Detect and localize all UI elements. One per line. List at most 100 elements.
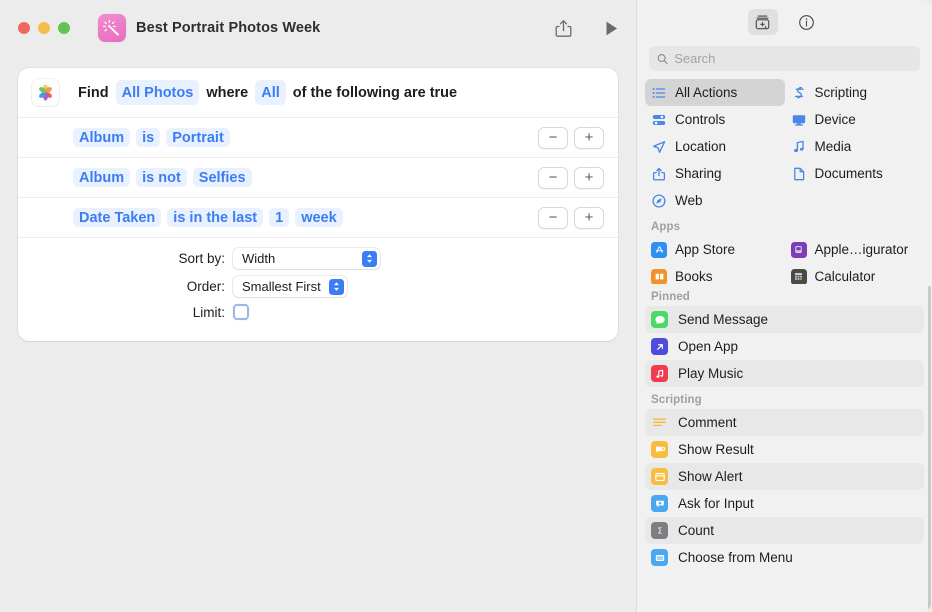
minus-icon: − bbox=[548, 129, 558, 146]
sidebar-item-label: Media bbox=[814, 139, 852, 154]
sidebar-item-label: App Store bbox=[675, 242, 736, 257]
add-filter-button[interactable]: + bbox=[574, 126, 604, 149]
plus-icon: + bbox=[584, 169, 594, 186]
remove-filter-button[interactable]: − bbox=[538, 166, 568, 189]
sharing-icon bbox=[651, 167, 667, 181]
sidebar-item-label: Device bbox=[814, 112, 856, 127]
zoom-button[interactable] bbox=[58, 22, 70, 34]
limit-label: Limit: bbox=[192, 304, 225, 320]
filter-unit-token[interactable]: week bbox=[295, 208, 343, 227]
action-library-button[interactable] bbox=[747, 9, 778, 35]
count-icon: Σ bbox=[651, 522, 668, 539]
filter-operator-token[interactable]: is in the last bbox=[167, 208, 264, 227]
source-token[interactable]: All Photos bbox=[115, 80, 200, 105]
info-button[interactable] bbox=[792, 9, 822, 35]
list-item-label: Play Music bbox=[678, 366, 744, 381]
add-filter-button[interactable]: + bbox=[574, 206, 604, 229]
filter-field-token[interactable]: Album bbox=[73, 128, 131, 147]
list-item[interactable]: Play Music bbox=[645, 360, 924, 387]
filter-field-token[interactable]: Album bbox=[73, 168, 131, 187]
sidebar-item-sharing[interactable]: Sharing bbox=[645, 160, 785, 187]
action-library-icon bbox=[755, 15, 770, 29]
action-list-region[interactable]: Pinned Send Message Open App Play Music … bbox=[637, 284, 932, 612]
category-scroll-region[interactable]: All Actions Scripting Controls Device Lo… bbox=[637, 79, 932, 284]
chevron-updown-icon bbox=[328, 278, 344, 295]
run-button[interactable] bbox=[600, 17, 622, 39]
table-row[interactable]: Date Taken is in the last 1 week − + bbox=[18, 197, 618, 237]
shortcut-glyph-icon[interactable] bbox=[98, 14, 126, 42]
minimize-button[interactable] bbox=[38, 22, 50, 34]
sidebar-item-apple-configurator[interactable]: Apple…igurator bbox=[785, 236, 925, 263]
category-grid: All Actions Scripting Controls Device Lo… bbox=[645, 79, 924, 214]
list-item[interactable]: Σ Count bbox=[645, 517, 924, 544]
list-item-label: Choose from Menu bbox=[678, 550, 793, 565]
sidebar-item-calculator[interactable]: Calculator bbox=[785, 263, 925, 284]
photos-pinwheel-icon bbox=[39, 84, 52, 101]
close-button[interactable] bbox=[18, 22, 30, 34]
sidebar-item-books[interactable]: Books bbox=[645, 263, 785, 284]
filter-row-buttons: − + bbox=[538, 206, 604, 229]
sidebar-item-documents[interactable]: Documents bbox=[785, 160, 925, 187]
sort-options-area: Sort by: Width Order: Smallest First Lim… bbox=[18, 237, 618, 341]
sort-by-dropdown[interactable]: Width bbox=[233, 248, 380, 269]
list-item-label: Send Message bbox=[678, 312, 769, 327]
where-label: where bbox=[206, 84, 249, 101]
filter-value-token[interactable]: Portrait bbox=[166, 128, 230, 147]
shortcut-editor-pane: Best Portrait Photos Week Find All Photo… bbox=[0, 0, 636, 612]
table-row[interactable]: Album is Portrait − + bbox=[18, 117, 618, 157]
order-dropdown[interactable]: Smallest First bbox=[233, 276, 347, 297]
list-item[interactable]: Send Message bbox=[645, 306, 924, 333]
sidebar-item-controls[interactable]: Controls bbox=[645, 106, 785, 133]
shortcuts-window: Best Portrait Photos Week Find All Photo… bbox=[0, 0, 932, 612]
sidebar-item-label: All Actions bbox=[675, 85, 738, 100]
order-value: Smallest First bbox=[242, 279, 321, 294]
apple-configurator-icon bbox=[790, 241, 807, 258]
filter-operator-token[interactable]: is not bbox=[136, 168, 187, 187]
title-bar: Best Portrait Photos Week bbox=[0, 0, 636, 56]
add-filter-button[interactable]: + bbox=[574, 166, 604, 189]
filter-field-token[interactable]: Date Taken bbox=[73, 208, 162, 227]
sidebar-item-media[interactable]: Media bbox=[785, 133, 925, 160]
table-row[interactable]: Album is not Selfies − + bbox=[18, 157, 618, 197]
search-box[interactable] bbox=[649, 46, 920, 71]
filter-value-token[interactable]: 1 bbox=[269, 208, 290, 227]
remove-filter-button[interactable]: − bbox=[538, 126, 568, 149]
find-card-header: Find All Photos where All of the followi… bbox=[18, 68, 618, 117]
sidebar-item-label: Books bbox=[675, 269, 713, 284]
scripting-section: Comment Show Result Show Alert Ask for I… bbox=[637, 409, 932, 571]
share-icon bbox=[555, 19, 571, 37]
list-item[interactable]: Ask for Input bbox=[645, 490, 924, 517]
find-label: Find bbox=[78, 84, 109, 101]
search-input[interactable] bbox=[674, 51, 912, 66]
list-item[interactable]: Show Result bbox=[645, 436, 924, 463]
pinned-heading: Pinned bbox=[651, 291, 690, 303]
list-item[interactable]: Open App bbox=[645, 333, 924, 360]
plus-icon: + bbox=[584, 209, 594, 226]
sidebar-item-location[interactable]: Location bbox=[645, 133, 785, 160]
filter-value-token[interactable]: Selfies bbox=[192, 168, 252, 187]
sidebar-item-all-actions[interactable]: All Actions bbox=[645, 79, 785, 106]
match-token[interactable]: All bbox=[255, 80, 286, 105]
documents-icon bbox=[791, 167, 807, 181]
list-item[interactable]: Comment bbox=[645, 409, 924, 436]
sidebar-item-web[interactable]: Web bbox=[645, 187, 785, 214]
limit-checkbox[interactable] bbox=[233, 304, 249, 320]
find-photos-action-card[interactable]: Find All Photos where All of the followi… bbox=[18, 68, 618, 341]
sidebar-item-app-store[interactable]: App Store bbox=[645, 236, 785, 263]
traffic-lights bbox=[18, 22, 70, 34]
sidebar-item-device[interactable]: Device bbox=[785, 106, 925, 133]
remove-filter-button[interactable]: − bbox=[538, 206, 568, 229]
sidebar-item-scripting[interactable]: Scripting bbox=[785, 79, 925, 106]
list-item-label: Open App bbox=[678, 339, 739, 354]
plus-icon: + bbox=[584, 129, 594, 146]
sidebar-item-label: Web bbox=[675, 193, 703, 208]
magic-wand-icon bbox=[103, 19, 119, 36]
share-button[interactable] bbox=[552, 17, 574, 39]
filter-operator-token[interactable]: is bbox=[136, 128, 161, 147]
sidebar-scrollbar[interactable] bbox=[927, 286, 931, 610]
apps-grid: App Store Apple…igurator Books Calculato… bbox=[645, 236, 924, 284]
show-result-icon bbox=[651, 441, 668, 458]
list-item[interactable]: Show Alert bbox=[645, 463, 924, 490]
list-item[interactable]: Choose from Menu bbox=[645, 544, 924, 571]
svg-text:Σ: Σ bbox=[657, 526, 662, 535]
